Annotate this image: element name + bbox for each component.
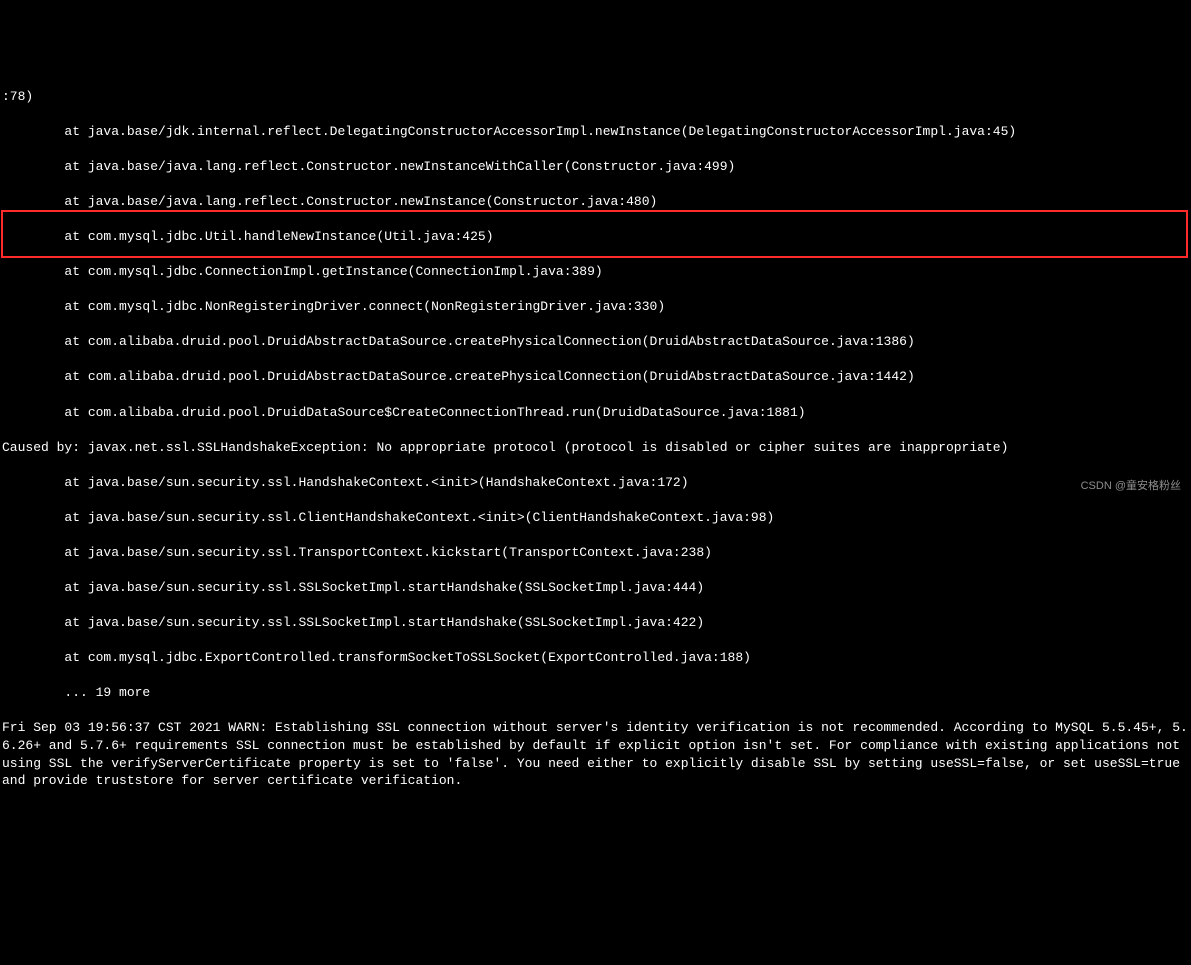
stack-frame: ... 19 more [2, 684, 1189, 702]
stack-frame: at java.base/java.lang.reflect.Construct… [2, 193, 1189, 211]
stack-line: :78) [2, 88, 1189, 106]
stack-frame: at java.base/sun.security.ssl.SSLSocketI… [2, 579, 1189, 597]
stack-frame: at java.base/java.lang.reflect.Construct… [2, 158, 1189, 176]
caused-by-line: Caused by: javax.net.ssl.SSLHandshakeExc… [2, 439, 1189, 457]
warn-message: Fri Sep 03 19:56:37 CST 2021 WARN: Estab… [2, 719, 1189, 789]
terminal-output: :78) at java.base/jdk.internal.reflect.D… [0, 70, 1191, 807]
stack-frame: at java.base/sun.security.ssl.TransportC… [2, 544, 1189, 562]
stack-frame: at java.base/jdk.internal.reflect.Delega… [2, 123, 1189, 141]
stack-frame: at com.mysql.jdbc.ExportControlled.trans… [2, 649, 1189, 667]
stack-frame: at com.mysql.jdbc.ConnectionImpl.getInst… [2, 263, 1189, 281]
stack-frame: at com.alibaba.druid.pool.DruidAbstractD… [2, 368, 1189, 386]
watermark-text: CSDN @童安格粉丝 [1081, 479, 1181, 494]
stack-frame: at java.base/sun.security.ssl.SSLSocketI… [2, 614, 1189, 632]
stack-frame: at com.mysql.jdbc.Util.handleNewInstance… [2, 228, 1189, 246]
stack-frame: at com.mysql.jdbc.NonRegisteringDriver.c… [2, 298, 1189, 316]
stack-frame: at com.alibaba.druid.pool.DruidAbstractD… [2, 333, 1189, 351]
stack-frame: at java.base/sun.security.ssl.HandshakeC… [2, 474, 1189, 492]
stack-frame: at com.alibaba.druid.pool.DruidDataSourc… [2, 404, 1189, 422]
stack-frame: at java.base/sun.security.ssl.ClientHand… [2, 509, 1189, 527]
